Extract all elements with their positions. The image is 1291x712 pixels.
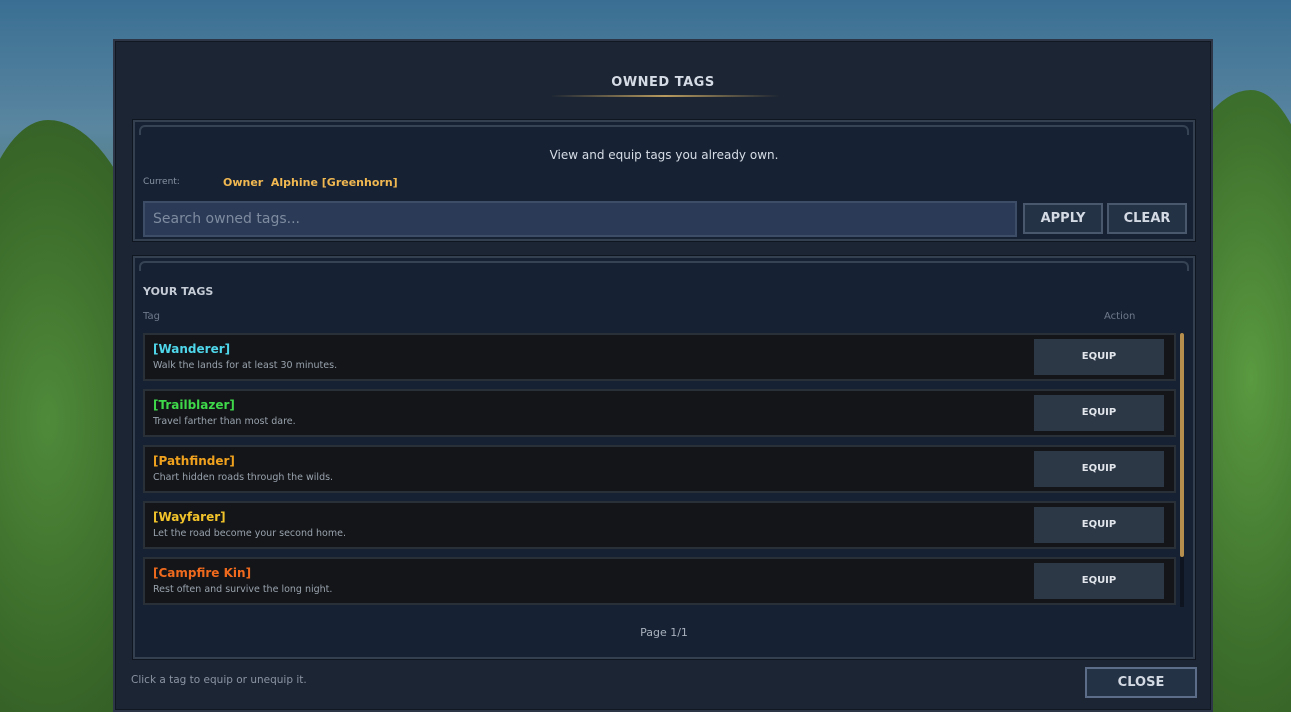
tag-description: Travel farther than most dare. (153, 416, 296, 427)
tag-list: [Wanderer] Walk the lands for at least 3… (143, 333, 1176, 613)
tag-row[interactable]: [Trailblazer] Travel farther than most d… (143, 389, 1176, 437)
tag-name: [Pathfinder] (153, 454, 235, 468)
section-title: YOUR TAGS (143, 285, 214, 298)
tag-name: [Wayfarer] (153, 510, 226, 524)
equip-button[interactable]: EQUIP (1034, 451, 1164, 487)
scrollbar[interactable] (1180, 333, 1184, 607)
current-tag-label: Current: (143, 177, 180, 187)
tag-row[interactable]: [Pathfinder] Chart hidden roads through … (143, 445, 1176, 493)
tag-controls-frame: View and equip tags you already own. Cur… (132, 119, 1196, 242)
owned-tags-dialog: OWNED TAGS View and equip tags you alrea… (113, 39, 1213, 712)
tag-row[interactable]: [Wayfarer] Let the road become your seco… (143, 501, 1176, 549)
scrollbar-thumb[interactable] (1180, 333, 1184, 557)
tag-description: Walk the lands for at least 30 minutes. (153, 360, 338, 371)
tag-description: Let the road become your second home. (153, 528, 346, 539)
column-header-tag: Tag (143, 311, 160, 322)
tag-description: Chart hidden roads through the wilds. (153, 472, 334, 483)
tag-name: [Campfire Kin] (153, 566, 252, 580)
search-input[interactable] (143, 201, 1017, 237)
hint-text: Click a tag to equip or unequip it. (131, 674, 307, 686)
column-header-action: Action (1104, 311, 1136, 322)
tag-description: Rest often and survive the long night. (153, 584, 333, 595)
your-tags-frame: YOUR TAGS Tag Action [Wanderer] Walk the… (132, 255, 1196, 660)
dialog-title: OWNED TAGS (611, 75, 715, 90)
tag-row[interactable]: [Wanderer] Walk the lands for at least 3… (143, 333, 1176, 381)
current-tag-value: Owner Alphine [Greenhorn] (223, 176, 398, 189)
equip-button[interactable]: EQUIP (1034, 507, 1164, 543)
title-underline (550, 95, 780, 97)
equip-button[interactable]: EQUIP (1034, 395, 1164, 431)
equip-button[interactable]: EQUIP (1034, 563, 1164, 599)
close-button[interactable]: CLOSE (1085, 667, 1197, 698)
tag-name: [Trailblazer] (153, 398, 235, 412)
apply-button[interactable]: APPLY (1023, 203, 1103, 234)
page-indicator: Page 1/1 (640, 626, 688, 639)
tag-row[interactable]: [Campfire Kin] Rest often and survive th… (143, 557, 1176, 605)
tag-name: [Wanderer] (153, 342, 231, 356)
equip-button[interactable]: EQUIP (1034, 339, 1164, 375)
dialog-description: View and equip tags you already own. (549, 148, 779, 162)
clear-button[interactable]: CLEAR (1107, 203, 1187, 234)
